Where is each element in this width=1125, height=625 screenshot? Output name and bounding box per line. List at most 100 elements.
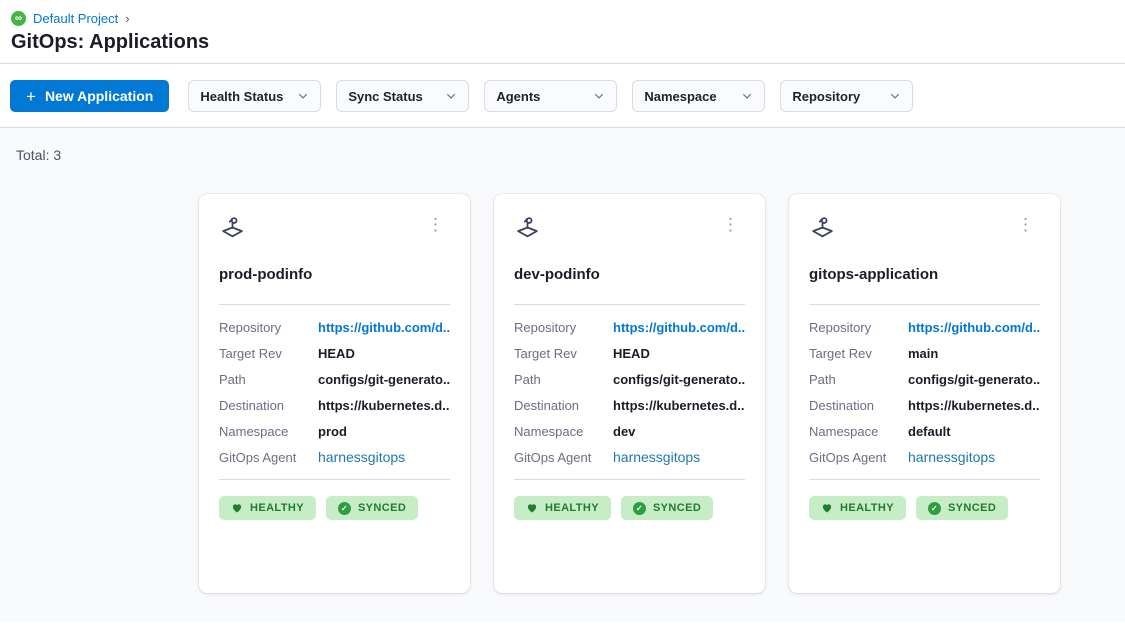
filter-repository[interactable]: Repository <box>780 80 913 112</box>
status-badges: HEALTHY ✓ SYNCED <box>514 496 745 520</box>
field-row-gitops-agent: GitOps Agent harnessgitops <box>219 444 450 470</box>
divider <box>219 479 450 480</box>
field-label: Namespace <box>219 424 318 439</box>
field-row-path: Path configs/git-generato... <box>219 366 450 392</box>
divider <box>514 304 745 305</box>
sync-status-badge: ✓ SYNCED <box>326 496 418 520</box>
repository-link[interactable]: https://github.com/d... <box>613 320 745 335</box>
toolbar: + New Application Health Status Sync Sta… <box>0 64 1125 127</box>
project-icon: ∞ <box>11 11 26 26</box>
repository-link[interactable]: https://github.com/d... <box>908 320 1040 335</box>
field-label: GitOps Agent <box>809 450 908 465</box>
card-options-menu-icon[interactable]: ⋮ <box>716 214 745 235</box>
field-value: HEAD <box>318 346 355 361</box>
application-name: gitops-application <box>809 266 1040 283</box>
sync-status-badge: ✓ SYNCED <box>621 496 713 520</box>
field-value: https://kubernetes.d... <box>318 398 450 413</box>
filter-agents[interactable]: Agents <box>484 80 617 112</box>
status-badges: HEALTHY ✓ SYNCED <box>809 496 1040 520</box>
page-title: GitOps: Applications <box>11 31 1114 54</box>
heart-icon <box>231 502 243 514</box>
divider <box>809 304 1040 305</box>
sync-status-badge: ✓ SYNCED <box>916 496 1008 520</box>
field-value: HEAD <box>613 346 650 361</box>
field-row-repository: Repository https://github.com/d... <box>219 314 450 340</box>
application-cards: ⋮ prod-podinfo Repository https://github… <box>199 194 1125 593</box>
applications-content: Total: 3 ⋮ prod-podinfo Repository https… <box>0 128 1125 622</box>
filter-sync-status[interactable]: Sync Status <box>336 80 469 112</box>
field-row-gitops-agent: GitOps Agent harnessgitops <box>514 444 745 470</box>
divider <box>809 479 1040 480</box>
sync-status-label: SYNCED <box>358 502 406 514</box>
field-value: configs/git-generato... <box>318 372 450 387</box>
filter-label: Health Status <box>200 89 283 104</box>
application-icon <box>809 214 836 241</box>
filter-label: Sync Status <box>348 89 422 104</box>
field-row-target-rev: Target Rev HEAD <box>219 340 450 366</box>
new-application-label: New Application <box>45 88 153 104</box>
health-status-badge: HEALTHY <box>219 496 316 520</box>
gitops-agent-link[interactable]: harnessgitops <box>908 449 995 465</box>
field-row-path: Path configs/git-generato... <box>514 366 745 392</box>
chevron-down-icon <box>889 90 901 102</box>
application-card-dev-podinfo[interactable]: ⋮ dev-podinfo Repository https://github.… <box>494 194 765 593</box>
application-icon <box>514 214 541 241</box>
health-status-badge: HEALTHY <box>514 496 611 520</box>
heart-icon <box>821 502 833 514</box>
check-circle-icon: ✓ <box>338 502 351 515</box>
application-card-gitops-application[interactable]: ⋮ gitops-application Repository https://… <box>789 194 1060 593</box>
field-row-namespace: Namespace dev <box>514 418 745 444</box>
card-options-menu-icon[interactable]: ⋮ <box>421 214 450 235</box>
field-value: https://kubernetes.d... <box>908 398 1040 413</box>
application-name: dev-podinfo <box>514 266 745 283</box>
health-status-label: HEALTHY <box>545 502 599 514</box>
chevron-down-icon <box>297 90 309 102</box>
field-label: Target Rev <box>514 346 613 361</box>
field-value: configs/git-generato... <box>613 372 745 387</box>
field-row-namespace: Namespace prod <box>219 418 450 444</box>
field-value: main <box>908 346 938 361</box>
divider <box>514 479 745 480</box>
field-label: Repository <box>809 320 908 335</box>
field-value: https://kubernetes.d... <box>613 398 745 413</box>
field-row-repository: Repository https://github.com/d... <box>809 314 1040 340</box>
gitops-agent-link[interactable]: harnessgitops <box>318 449 405 465</box>
sync-status-label: SYNCED <box>653 502 701 514</box>
card-options-menu-icon[interactable]: ⋮ <box>1011 214 1040 235</box>
field-row-target-rev: Target Rev main <box>809 340 1040 366</box>
field-row-destination: Destination https://kubernetes.d... <box>219 392 450 418</box>
breadcrumb: ∞ Default Project › <box>11 8 1114 28</box>
card-header: ⋮ <box>809 214 1040 244</box>
field-row-target-rev: Target Rev HEAD <box>514 340 745 366</box>
field-list: Repository https://github.com/d... Targe… <box>514 314 745 470</box>
breadcrumb-chevron-icon: › <box>125 11 129 26</box>
filter-label: Agents <box>496 89 540 104</box>
new-application-button[interactable]: + New Application <box>10 80 169 112</box>
field-label: Repository <box>219 320 318 335</box>
field-label: Namespace <box>514 424 613 439</box>
filter-namespace[interactable]: Namespace <box>632 80 765 112</box>
divider <box>219 304 450 305</box>
field-label: Destination <box>809 398 908 413</box>
field-label: Repository <box>514 320 613 335</box>
chevron-down-icon <box>741 90 753 102</box>
page-header: ∞ Default Project › GitOps: Applications <box>0 0 1125 63</box>
repository-link[interactable]: https://github.com/d... <box>318 320 450 335</box>
total-count-label: Total: 3 <box>0 128 1125 163</box>
field-label: Destination <box>514 398 613 413</box>
filter-health-status[interactable]: Health Status <box>188 80 321 112</box>
breadcrumb-project-link[interactable]: Default Project <box>33 11 118 26</box>
field-label: Path <box>514 372 613 387</box>
application-icon <box>219 214 246 241</box>
chevron-down-icon <box>445 90 457 102</box>
field-label: Namespace <box>809 424 908 439</box>
health-status-badge: HEALTHY <box>809 496 906 520</box>
field-label: Path <box>809 372 908 387</box>
field-row-namespace: Namespace default <box>809 418 1040 444</box>
plus-icon: + <box>26 88 36 105</box>
filter-label: Namespace <box>644 89 716 104</box>
field-label: Destination <box>219 398 318 413</box>
field-label: GitOps Agent <box>514 450 613 465</box>
gitops-agent-link[interactable]: harnessgitops <box>613 449 700 465</box>
application-card-prod-podinfo[interactable]: ⋮ prod-podinfo Repository https://github… <box>199 194 470 593</box>
